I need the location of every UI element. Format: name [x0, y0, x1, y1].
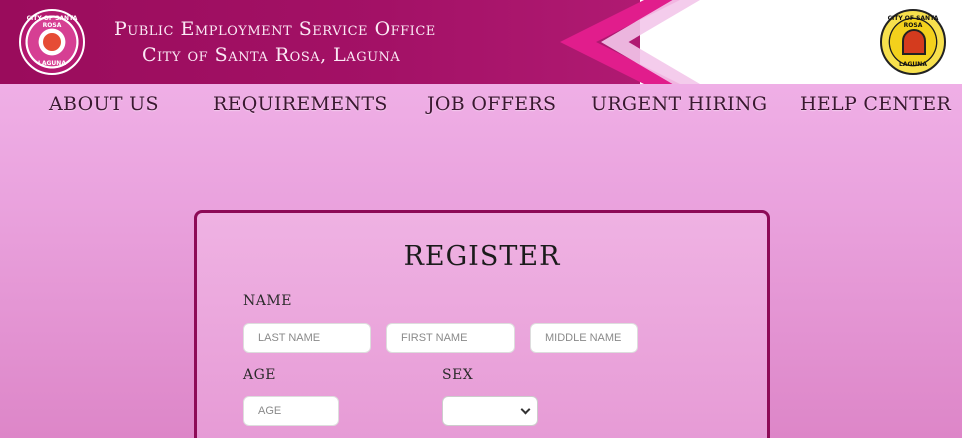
register-card: REGISTER NAME AGE SEX [194, 210, 770, 438]
site-title: Public Employment Service Office City of… [114, 16, 436, 68]
sex-label: SEX [442, 367, 474, 383]
register-title: REGISTER [403, 241, 561, 272]
city-seal-top-text: CITY OF SANTA ROSA [887, 15, 939, 29]
nav-about-us[interactable]: ABOUT US [49, 93, 159, 115]
age-label: AGE [243, 367, 277, 383]
city-seal-logo: CITY OF SANTA ROSA LAGUNA [880, 9, 946, 75]
peso-logo: CITY OF SANTA ROSA LAGUNA [19, 9, 85, 75]
middle-name-input[interactable] [530, 323, 638, 353]
sex-select[interactable] [442, 396, 538, 426]
site-title-line1: Public Employment Service Office [114, 18, 436, 40]
peso-logo-bottom-text: LAGUNA [38, 60, 66, 67]
nav-requirements[interactable]: REQUIREMENTS [213, 93, 388, 115]
city-seal-bottom-text: LAGUNA [899, 61, 927, 68]
nav-help-center[interactable]: HELP CENTER [800, 93, 951, 115]
main-nav: ABOUT US REQUIREMENTS JOB OFFERS URGENT … [0, 84, 962, 128]
first-name-input[interactable] [386, 323, 515, 353]
nav-urgent-hiring[interactable]: URGENT HIRING [591, 93, 767, 115]
chevron-down-icon [520, 404, 531, 415]
name-label: NAME [243, 293, 292, 309]
nav-job-offers[interactable]: JOB OFFERS [427, 93, 556, 115]
age-input[interactable] [243, 396, 339, 426]
last-name-input[interactable] [243, 323, 371, 353]
peso-logo-top-text: CITY OF SANTA ROSA [26, 15, 78, 29]
site-header: CITY OF SANTA ROSA LAGUNA Public Employm… [0, 0, 962, 84]
site-title-line2: City of Santa Rosa, Laguna [142, 44, 401, 66]
